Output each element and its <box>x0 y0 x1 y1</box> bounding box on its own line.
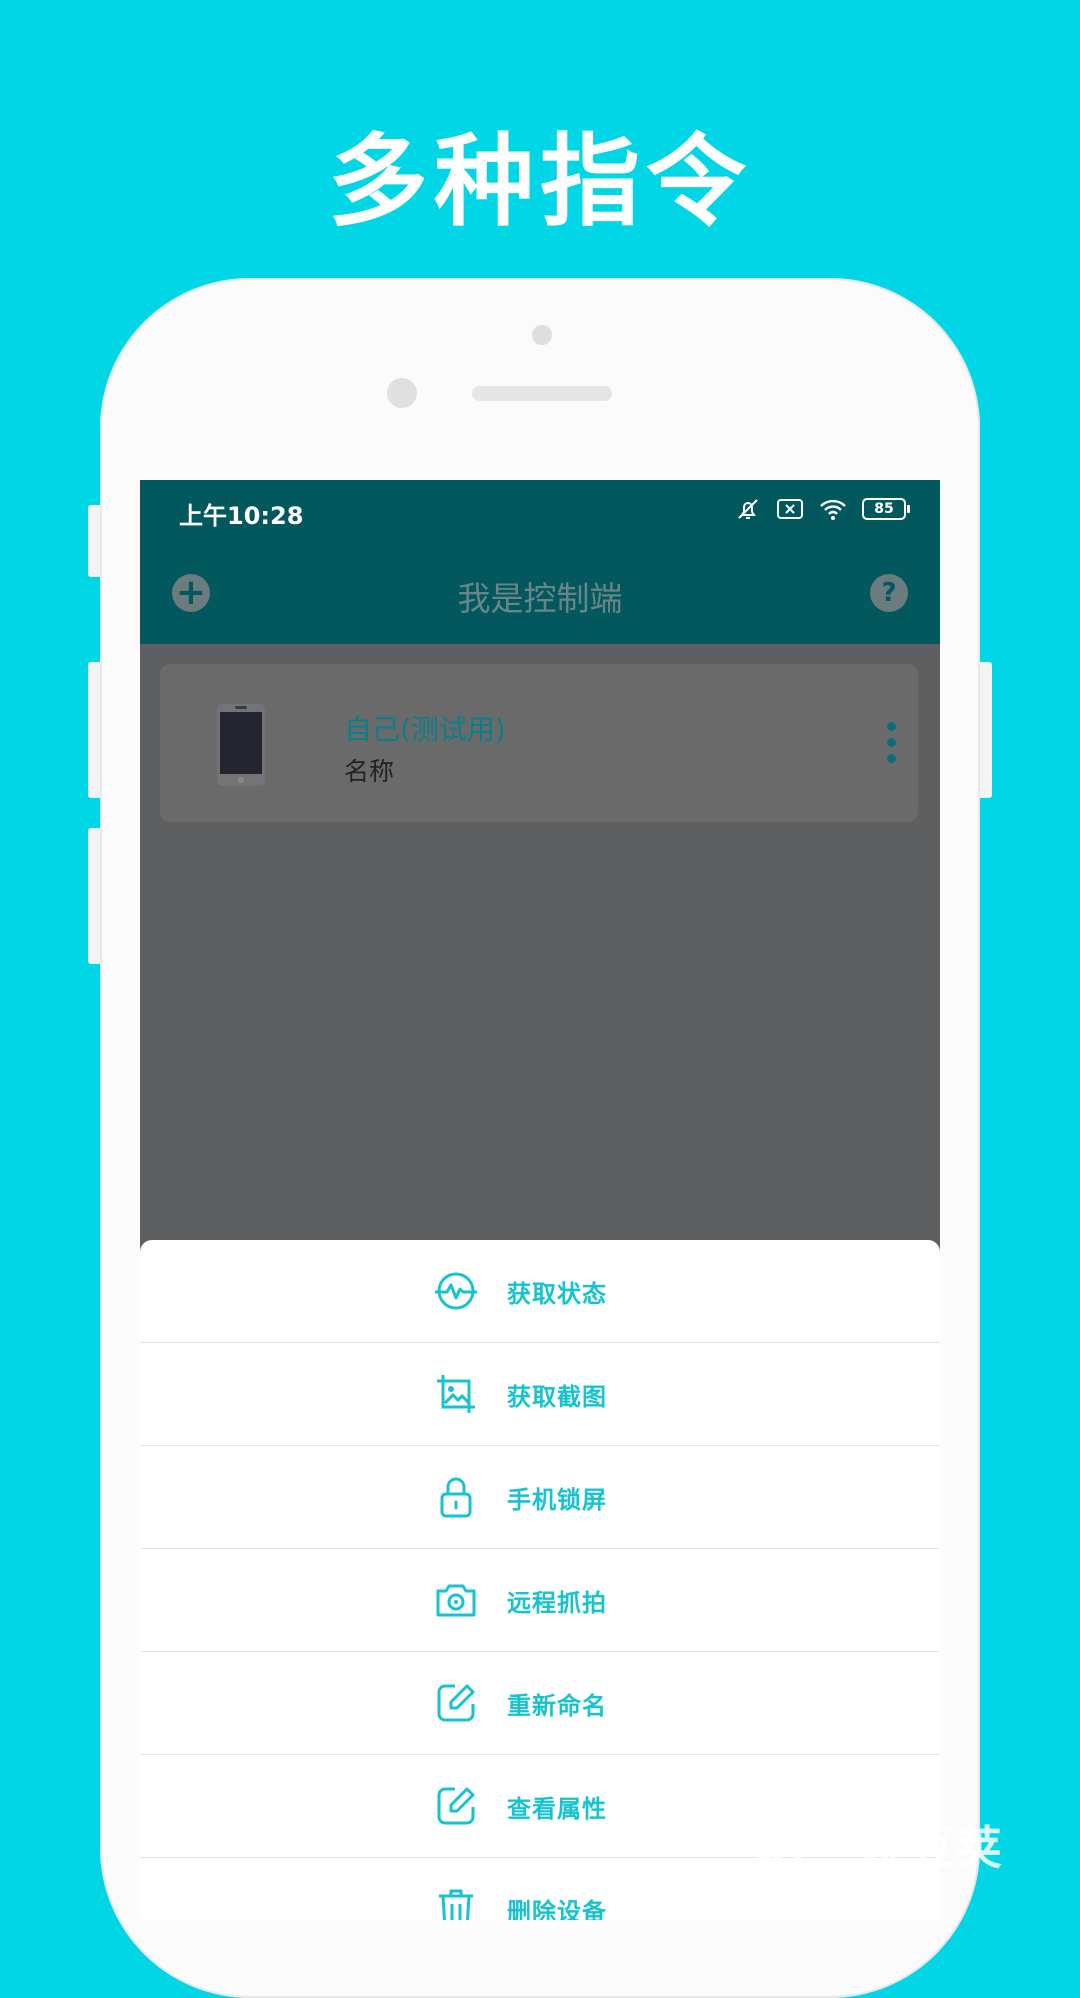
phone-sensor <box>532 325 552 345</box>
watermark-text: 豌豆荚 <box>860 1821 1004 1875</box>
menu-item-label: 查看属性 <box>507 1794 607 1823</box>
help-button[interactable]: ? <box>870 574 908 612</box>
battery-indicator: 85 <box>862 498 910 520</box>
status-icons: 85 <box>734 496 910 522</box>
more-options-button[interactable] <box>884 722 898 768</box>
edit-icon <box>437 1684 475 1722</box>
status-bar: 上午10:28 85 <box>140 480 940 546</box>
menu-item-get-status[interactable]: 获取状态 <box>140 1240 940 1343</box>
sim-x-icon <box>777 499 803 519</box>
menu-item-label: 获取状态 <box>507 1279 607 1308</box>
wifi-icon <box>820 499 846 520</box>
menu-item-label: 删除设备 <box>507 1897 607 1921</box>
toolbar-title: 我是控制端 <box>457 579 623 618</box>
menu-item-label: 手机锁屏 <box>507 1485 607 1514</box>
menu-item-label: 远程抓拍 <box>507 1588 607 1617</box>
menu-item-label: 重新命名 <box>507 1691 607 1720</box>
dot <box>886 722 896 731</box>
menu-item-label: 获取截图 <box>507 1382 607 1411</box>
phone-front-camera <box>387 378 417 408</box>
phone-side-button <box>978 662 992 798</box>
menu-item-remote-capture[interactable]: 远程抓拍 <box>140 1549 940 1652</box>
device-name: 自己(测试用) <box>344 713 506 746</box>
promo-title: 多种指令 <box>328 123 752 240</box>
heartbeat-icon <box>435 1272 477 1310</box>
mute-bell-icon <box>738 499 758 519</box>
menu-item-get-screenshot[interactable]: 获取截图 <box>140 1343 940 1446</box>
camera-icon <box>436 1584 476 1617</box>
menu-item-rename[interactable]: 重新命名 <box>140 1652 940 1755</box>
screenshot-icon <box>437 1375 475 1413</box>
phone-screen: 上午10:28 85 + 我是控制端 ? 自己(测试用) 名称 获取状态 获取截… <box>140 480 940 1920</box>
device-card[interactable]: 自己(测试用) 名称 <box>160 664 918 822</box>
dot <box>886 738 896 747</box>
lock-icon <box>440 1477 472 1518</box>
question-icon: ? <box>881 578 897 608</box>
edit-icon <box>437 1787 475 1825</box>
trash-icon <box>439 1889 473 1920</box>
menu-item-lock-screen[interactable]: 手机锁屏 <box>140 1446 940 1549</box>
phone-speaker <box>472 386 612 401</box>
dot <box>886 754 896 763</box>
status-time: 上午10:28 <box>179 502 304 530</box>
watermark-logo <box>738 1774 823 1883</box>
phone-device-icon <box>217 704 265 786</box>
toolbar: + 我是控制端 ? <box>140 546 940 644</box>
device-subtitle: 名称 <box>344 757 395 786</box>
